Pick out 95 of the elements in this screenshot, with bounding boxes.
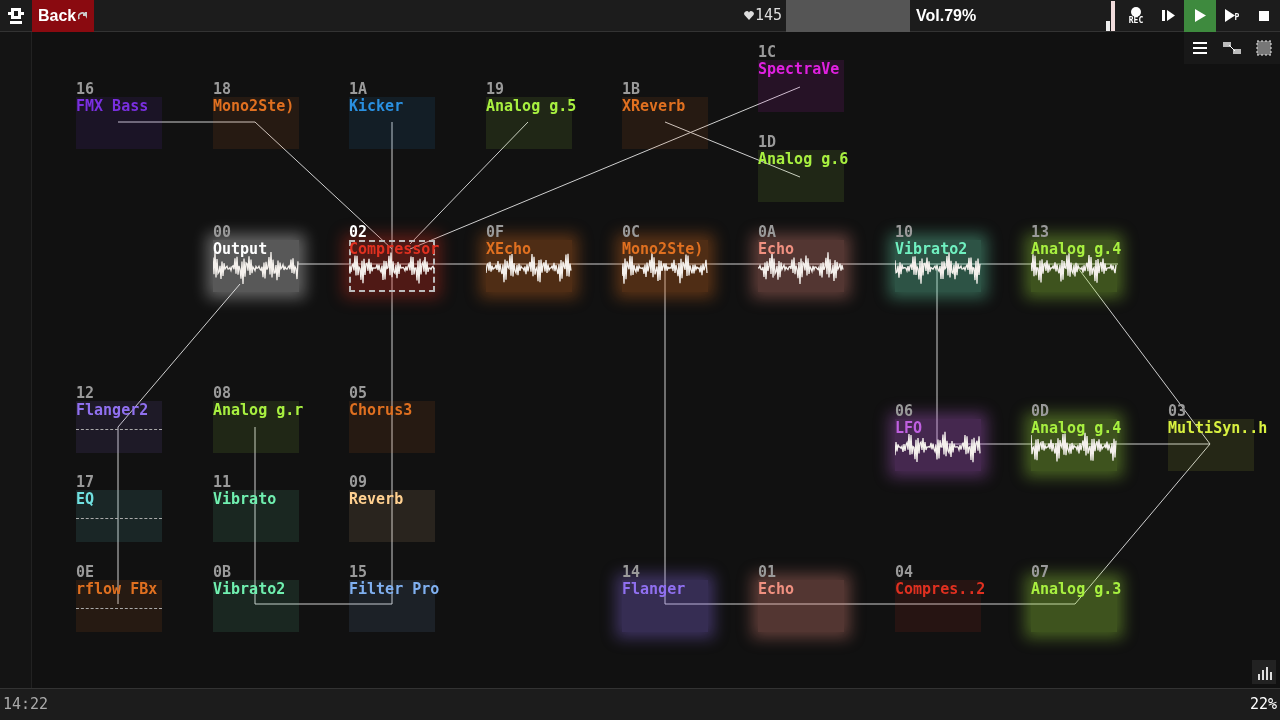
module-number: 16 bbox=[76, 81, 95, 98]
transport-button[interactable]: P bbox=[1216, 0, 1248, 32]
level-meter-icon bbox=[1106, 0, 1116, 31]
module-number: 0A bbox=[758, 224, 777, 241]
module-name: FMX Bass bbox=[76, 98, 149, 115]
back-button[interactable]: Back bbox=[32, 0, 95, 32]
menu-icon bbox=[1193, 42, 1207, 54]
module-box[interactable] bbox=[349, 401, 435, 453]
module-box[interactable] bbox=[349, 97, 435, 149]
module-number: 14 bbox=[622, 564, 641, 581]
module-name: Analog g.3 bbox=[1031, 581, 1122, 598]
module-name: Kicker bbox=[349, 98, 404, 115]
cpu-load-label: 22% bbox=[1249, 694, 1277, 716]
module-number: 10 bbox=[895, 224, 914, 241]
module-name: LFO bbox=[895, 420, 923, 437]
module-box[interactable] bbox=[895, 419, 981, 471]
module-box[interactable] bbox=[76, 580, 162, 632]
module-box[interactable] bbox=[213, 240, 299, 292]
module-name: EQ bbox=[76, 491, 95, 508]
play-icon bbox=[1194, 9, 1206, 22]
module-name: Mono2Ste) bbox=[622, 241, 704, 258]
module-number: 1A bbox=[349, 81, 368, 98]
bpm-value: 145 bbox=[754, 5, 782, 27]
robot-logo-icon[interactable] bbox=[6, 5, 26, 26]
redo-arrow-icon bbox=[78, 10, 89, 21]
module-number: 02 bbox=[349, 224, 368, 241]
module-number: 11 bbox=[213, 474, 232, 491]
module-name: Filter Pro bbox=[349, 581, 440, 598]
module-number: 1C bbox=[758, 44, 777, 61]
linked-blocks-icon bbox=[1223, 42, 1241, 54]
module-box[interactable] bbox=[76, 490, 162, 542]
selection-icon bbox=[1256, 40, 1272, 56]
module-name: Vibrato2 bbox=[895, 241, 968, 258]
module-number: 07 bbox=[1031, 564, 1050, 581]
module-number: 0F bbox=[486, 224, 505, 241]
module-number: 00 bbox=[213, 224, 232, 241]
module-box[interactable] bbox=[486, 240, 572, 292]
bars-icon bbox=[1256, 664, 1272, 680]
module-number: 0E bbox=[76, 564, 95, 581]
module-number: 12 bbox=[76, 385, 95, 402]
time-label: 14:22 bbox=[3, 694, 49, 716]
module-name: Vibrato bbox=[213, 491, 277, 508]
module-number: 01 bbox=[758, 564, 777, 581]
module-name: XEcho bbox=[486, 241, 532, 258]
play-icon bbox=[1224, 9, 1235, 22]
module-name: Chorus3 bbox=[349, 402, 413, 419]
module-name: rflow FBx bbox=[76, 581, 158, 598]
play-pattern-icon bbox=[1161, 9, 1175, 22]
module-number: 09 bbox=[349, 474, 368, 491]
module-box[interactable] bbox=[895, 240, 981, 292]
module-name: MultiSyn..h bbox=[1168, 420, 1268, 437]
module-number: 05 bbox=[349, 385, 368, 402]
module-number: 15 bbox=[349, 564, 368, 581]
record-icon bbox=[1131, 6, 1141, 17]
module-name: Output bbox=[213, 241, 268, 258]
module-number: 0B bbox=[213, 564, 232, 581]
module-box[interactable] bbox=[758, 240, 844, 292]
module-number: 18 bbox=[213, 81, 232, 98]
module-number: 1B bbox=[622, 81, 641, 98]
module-box[interactable] bbox=[349, 490, 435, 542]
module-number: 13 bbox=[1031, 224, 1050, 241]
module-number: 08 bbox=[213, 385, 232, 402]
module-name: Mono2Ste) bbox=[213, 98, 295, 115]
module-name: Vibrato2 bbox=[213, 581, 286, 598]
module-box[interactable] bbox=[213, 97, 299, 149]
module-name: Flanger bbox=[622, 581, 686, 598]
module-name: Analog g.r bbox=[213, 402, 304, 419]
meter-button[interactable] bbox=[1252, 660, 1276, 684]
module-number: 03 bbox=[1168, 403, 1187, 420]
module-box[interactable] bbox=[622, 97, 708, 149]
module-box[interactable] bbox=[622, 240, 708, 292]
stop-icon bbox=[1259, 10, 1269, 21]
module-number: 04 bbox=[895, 564, 914, 581]
module-name: SpectraVe bbox=[758, 61, 840, 78]
module-name: Compres..2 bbox=[895, 581, 986, 598]
record-button[interactable]: REC bbox=[1120, 0, 1152, 32]
module-name: Reverb bbox=[349, 491, 404, 508]
module-box[interactable] bbox=[213, 580, 299, 632]
module-name: Echo bbox=[758, 241, 795, 258]
module-name: Analog g.6 bbox=[758, 151, 849, 168]
module-number: 0D bbox=[1031, 403, 1050, 420]
module-number: 1D bbox=[758, 134, 777, 151]
module-number: 0C bbox=[622, 224, 641, 241]
heart-icon bbox=[743, 11, 754, 20]
module-name: Echo bbox=[758, 581, 795, 598]
module-name: Flanger2 bbox=[76, 402, 149, 419]
module-name: Analog g.4 bbox=[1031, 420, 1122, 437]
module-name: XReverb bbox=[622, 98, 686, 115]
module-number: 17 bbox=[76, 474, 95, 491]
module-name: Analog g.5 bbox=[486, 98, 577, 115]
volume-label[interactable]: Vol.79% bbox=[916, 3, 1106, 28]
module-name: Analog g.4 bbox=[1031, 241, 1122, 258]
module-number: 06 bbox=[895, 403, 914, 420]
module-number: 19 bbox=[486, 81, 505, 98]
module-box[interactable] bbox=[213, 490, 299, 542]
